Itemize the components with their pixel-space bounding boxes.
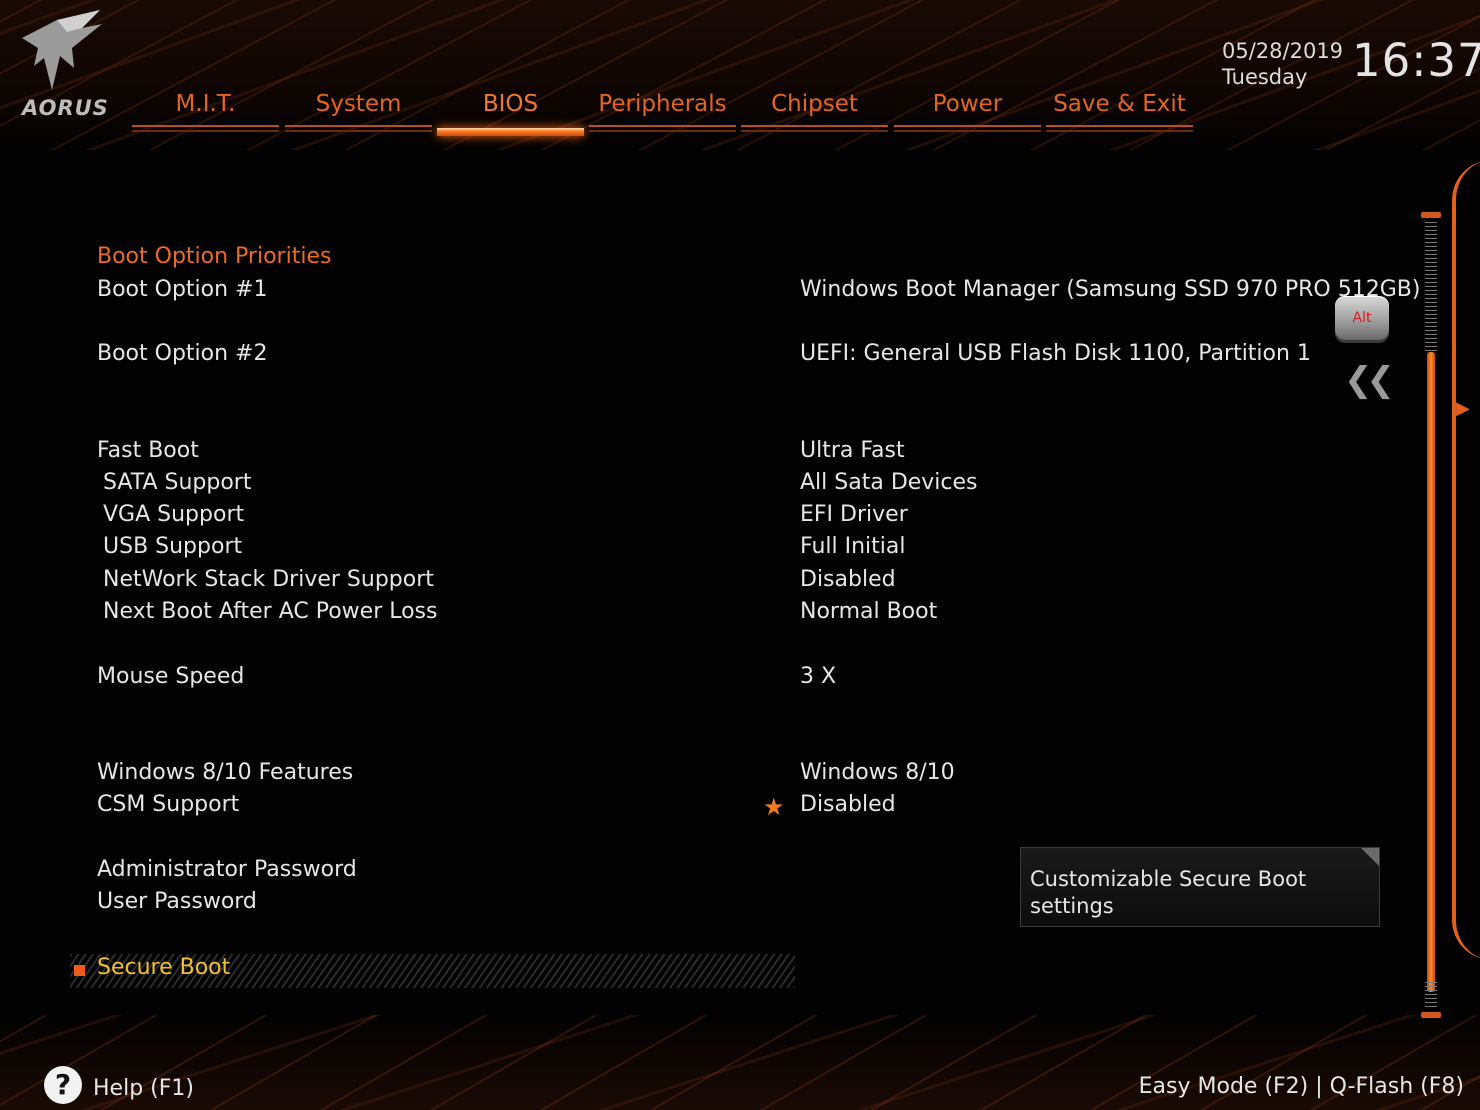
section-title: Boot Option Priorities [97,244,332,269]
setting-value[interactable]: Normal Boot [800,599,937,624]
setting-value[interactable]: EFI Driver [800,502,908,527]
help-question-icon[interactable]: ? [44,1066,82,1104]
scrollbar-thumb[interactable] [1427,352,1435,992]
setting-label[interactable]: CSM Support [97,792,239,817]
date-display: 05/28/2019 Tuesday [1222,38,1343,90]
setting-value[interactable]: Disabled [800,567,896,592]
setting-value[interactable]: UEFI: General USB Flash Disk 1100, Parti… [800,341,1311,366]
star-icon: ★ [763,793,785,821]
logo-text: AORUS [22,96,109,120]
setting-value[interactable]: Full Initial [800,534,906,559]
setting-label[interactable]: Windows 8/10 Features [97,760,353,785]
secure-boot-label: Secure Boot [97,955,231,980]
setting-label[interactable]: Administrator Password [97,857,357,882]
setting-label[interactable]: Mouse Speed [97,664,244,689]
help-description-box: Customizable Secure Boot settings [1020,847,1380,927]
help-f1-label[interactable]: Help (F1) [93,1076,194,1101]
setting-label[interactable]: USB Support [103,534,242,559]
tab-bios[interactable]: BIOS [437,86,584,138]
eagle-icon [22,10,102,90]
scrollbar-top-cap [1421,212,1441,218]
aorus-logo: AORUS [12,8,112,120]
scrollbar-ticks [1425,982,1437,1010]
setting-label[interactable]: Boot Option #2 [97,341,267,366]
setting-value[interactable]: 3 X [800,664,836,689]
setting-value[interactable]: Windows 8/10 [800,760,955,785]
day-text: Tuesday [1222,65,1308,89]
footer-shortcuts[interactable]: Easy Mode (F2) | Q-Flash (F8) [1139,1074,1464,1099]
setting-value[interactable]: All Sata Devices [800,470,978,495]
setting-label[interactable]: VGA Support [103,502,244,527]
selection-bullet-icon [74,965,85,976]
corner-fold-icon [1361,848,1379,866]
side-panel-edge[interactable] [1452,160,1480,960]
scrollbar-ticks [1425,222,1437,352]
tab-mit[interactable]: M.I.T. [132,86,279,138]
setting-label[interactable]: Fast Boot [97,438,199,463]
clock: 16:37 [1352,34,1480,87]
scrollbar-bottom-cap [1421,1012,1441,1018]
tab-system[interactable]: System [285,86,432,138]
scrollbar[interactable] [1421,212,1441,1020]
setting-value[interactable]: Windows Boot Manager (Samsung SSD 970 PR… [800,277,1420,302]
setting-value[interactable]: Disabled [800,792,896,817]
setting-label[interactable]: SATA Support [103,470,251,495]
help-description-text: Customizable Secure Boot settings [1030,867,1307,918]
double-chevron-left-icon[interactable]: ❮❮ [1344,360,1395,400]
setting-label[interactable]: User Password [97,889,257,914]
date-text: 05/28/2019 [1222,39,1344,63]
expand-arrow-icon[interactable]: ▶ [1456,398,1470,419]
setting-value[interactable]: Ultra Fast [800,438,905,463]
alt-key-button[interactable]: Alt [1335,296,1389,340]
setting-label[interactable]: Boot Option #1 [97,277,267,302]
setting-label[interactable]: NetWork Stack Driver Support [103,567,434,592]
secure-boot-item[interactable]: Secure Boot [70,954,795,988]
tab-chipset[interactable]: Chipset [741,86,888,138]
tab-power[interactable]: Power [894,86,1041,138]
setting-label[interactable]: Next Boot After AC Power Loss [103,599,437,624]
tab-peripherals[interactable]: Peripherals [589,86,736,138]
tab-save-exit[interactable]: Save & Exit [1046,86,1193,138]
